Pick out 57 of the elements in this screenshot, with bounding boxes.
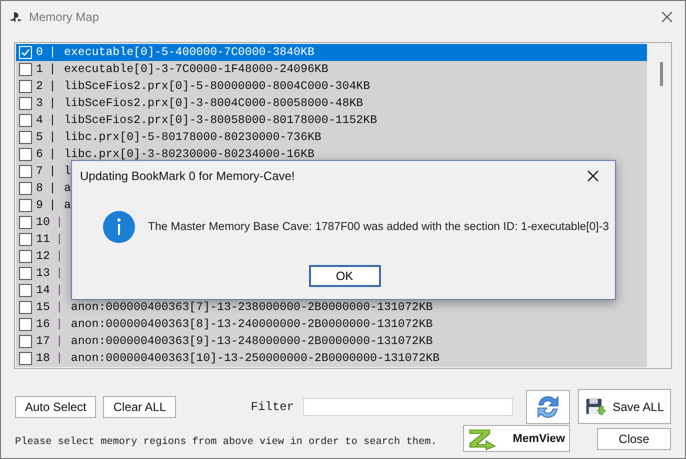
region-text: anon:000000400363[10]-13-250000000-2B0000000-131072KB <box>70 352 440 365</box>
row-index: 17 <box>36 335 50 348</box>
region-text: executable[0]-5-400000-7C0000-3840KB <box>64 46 314 59</box>
row-index: 13 <box>36 267 50 280</box>
row-separator: | <box>56 250 63 263</box>
row-index: 1 <box>36 63 43 76</box>
row-separator: | <box>56 352 63 365</box>
row-separator: | <box>49 63 56 76</box>
row-index: 5 <box>36 131 43 144</box>
dialog-message: The Master Memory Base Cave: 1787F00 was added with the section ID: 1-executable[0]-3 <box>148 221 609 233</box>
status-text: Please select memory regions from above view in order to search them. <box>15 437 437 448</box>
row-separator: | <box>49 97 56 110</box>
row-index: 3 <box>36 97 43 110</box>
row-separator: | <box>49 131 56 144</box>
region-text: libSceFios2.prx[0]-3-8004C000-80058000-48KB <box>64 97 364 110</box>
row-index: 18 <box>36 352 50 365</box>
row-separator: | <box>56 301 63 314</box>
row-index: 0 <box>36 46 43 59</box>
row-index: 12 <box>36 250 50 263</box>
region-text: anon:000000400363[8]-13-240000000-2B0000000-131072KB <box>70 318 433 331</box>
region-text: a <box>64 199 71 212</box>
region-text: a <box>64 182 71 195</box>
row-index: 10 <box>36 216 50 229</box>
row-separator: | <box>49 165 56 178</box>
row-index: 8 <box>36 182 43 195</box>
dialog-title: Updating BookMark 0 for Memory-Cave! <box>80 169 295 183</box>
row-separator: | <box>49 148 56 161</box>
row-separator: | <box>56 233 63 246</box>
region-text: libSceFios2.prx[0]-5-80000000-8004C000-304KB <box>64 80 370 93</box>
row-index: 4 <box>36 114 43 127</box>
filter-label: Filter <box>250 400 294 414</box>
row-separator: | <box>49 114 56 127</box>
row-separator: | <box>56 267 63 280</box>
row-index: 16 <box>36 318 50 331</box>
row-separator: | <box>56 216 63 229</box>
region-text: libSceFios2.prx[0]-3-80058000-80178000-1152KB <box>64 114 378 127</box>
region-text: executable[0]-3-7C0000-1F48000-24096KB <box>64 63 328 76</box>
window-title: Memory Map <box>29 10 100 24</box>
row-separator: | <box>56 284 63 297</box>
region-text: anon:000000400363[9]-13-248000000-2B0000000-131072KB <box>70 335 433 348</box>
row-index: 7 <box>36 165 43 178</box>
region-text: libc.prx[0]-3-80230000-80234000-16KB <box>64 148 314 161</box>
row-index: 2 <box>36 80 43 93</box>
row-separator: | <box>49 182 56 195</box>
row-separator: | <box>56 335 63 348</box>
row-separator: | <box>49 199 56 212</box>
row-index: 6 <box>36 148 43 161</box>
region-text: anon:000000400363[7]-13-238000000-2B0000000-131072KB <box>70 301 433 314</box>
row-index: 11 <box>36 233 50 246</box>
row-separator: | <box>49 80 56 93</box>
region-text: l <box>64 165 71 178</box>
row-separator: | <box>49 46 56 59</box>
row-index: 14 <box>36 284 50 297</box>
row-index: 9 <box>36 199 43 212</box>
region-text: libc.prx[0]-5-80178000-80230000-736KB <box>64 131 322 144</box>
row-separator: | <box>56 318 63 331</box>
row-index: 15 <box>36 301 50 314</box>
